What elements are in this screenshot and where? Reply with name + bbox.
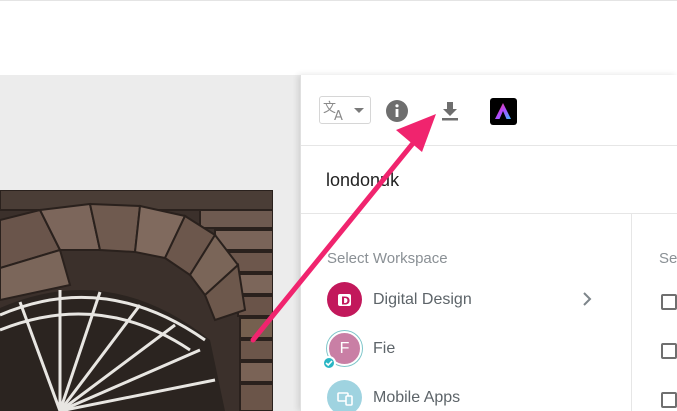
search-input[interactable] xyxy=(326,166,666,194)
checkbox[interactable] xyxy=(661,343,677,359)
svg-text:D: D xyxy=(341,294,350,307)
workspace-item-mobile-apps[interactable]: Mobile Apps xyxy=(301,378,632,411)
adobe-express-icon xyxy=(489,97,517,125)
avatar: D xyxy=(327,282,362,317)
panel-toolbar: 文 A xyxy=(301,75,677,146)
info-icon xyxy=(386,100,408,122)
secondary-heading: Se xyxy=(659,250,677,267)
secondary-column: Se xyxy=(632,214,677,411)
workspace-list: Select Workspace D Digital Design F Fie … xyxy=(301,214,632,411)
download-icon xyxy=(442,102,458,121)
digital-design-logo-icon: D xyxy=(337,293,351,307)
workspace-label: Digital Design xyxy=(373,291,472,308)
screen: 文 A londonuk Select Workspace D Digital … xyxy=(0,0,677,411)
checkbox[interactable] xyxy=(661,294,677,310)
devices-icon xyxy=(336,391,353,406)
workspace-item-fie[interactable]: F Fie xyxy=(301,329,632,373)
workspace-heading: Select Workspace xyxy=(327,250,448,267)
brick-arch-window-image xyxy=(0,190,273,411)
adobe-express-button[interactable] xyxy=(489,97,517,125)
info-button[interactable] xyxy=(383,97,411,125)
workspace-item-digital-design[interactable]: D Digital Design xyxy=(301,280,632,324)
workspace-label: Fie xyxy=(373,340,396,357)
translate-dropdown[interactable]: 文 A xyxy=(319,96,371,124)
workspace-label: Mobile Apps xyxy=(373,389,461,406)
chevron-down-icon xyxy=(354,108,364,113)
checkbox[interactable] xyxy=(661,392,677,408)
photo-preview[interactable] xyxy=(0,190,273,411)
side-panel: 文 A londonuk Select Workspace D Digital … xyxy=(300,75,677,411)
search-row xyxy=(301,146,677,214)
chevron-right-icon[interactable] xyxy=(581,292,593,306)
download-button[interactable] xyxy=(436,97,464,125)
svg-text:A: A xyxy=(334,109,343,122)
selected-check-icon xyxy=(322,356,336,370)
translate-icon: 文 A xyxy=(323,101,343,122)
avatar xyxy=(327,380,362,411)
top-bar xyxy=(0,0,677,75)
